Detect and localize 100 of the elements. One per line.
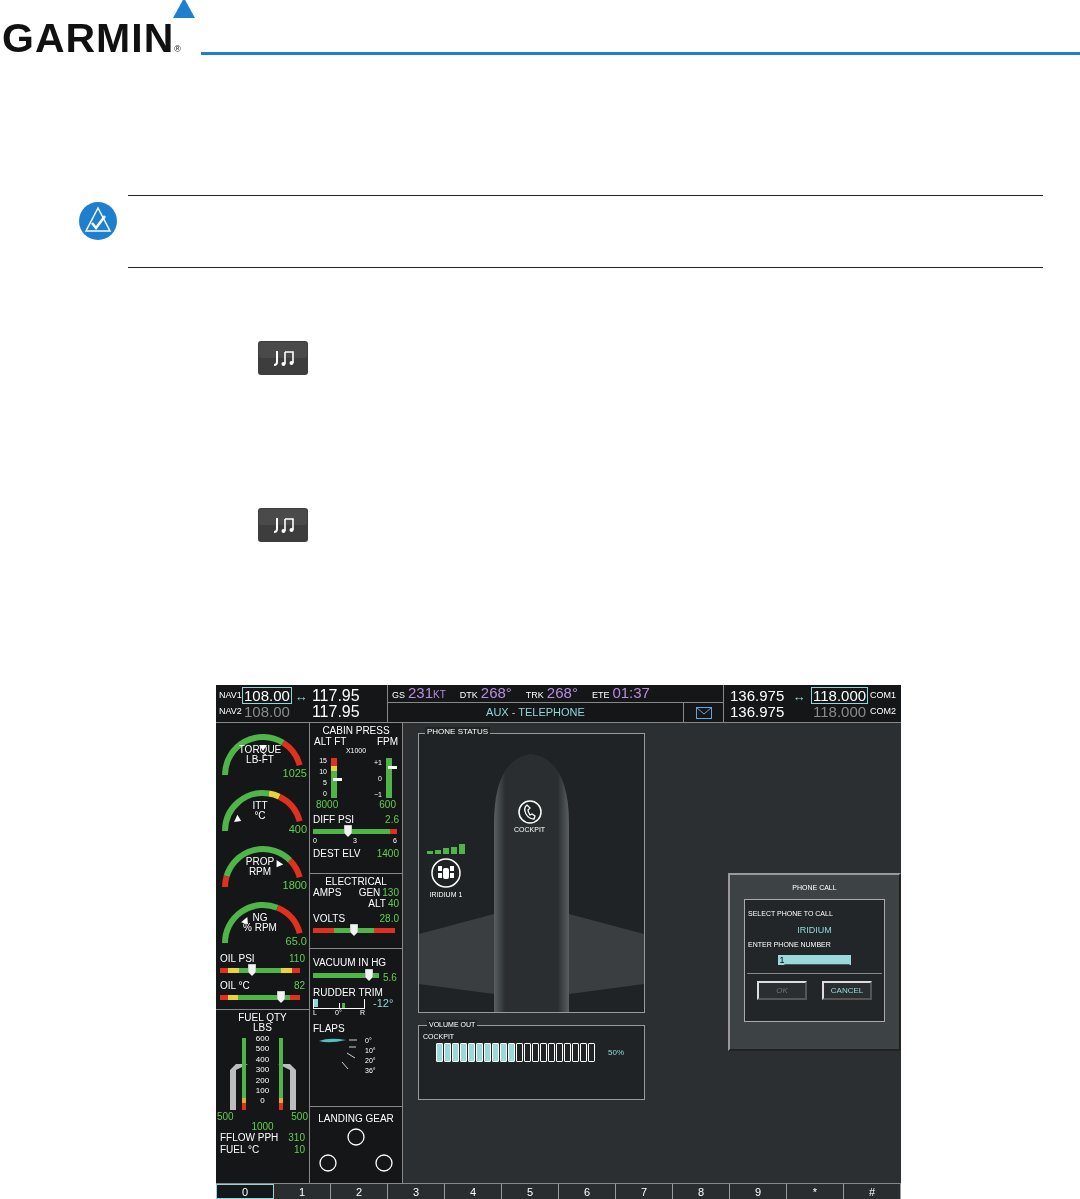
dialog-button[interactable]: CANCEL (822, 981, 872, 1000)
softkey[interactable]: 9 (730, 1184, 787, 1199)
scale-label: 300 (255, 1065, 270, 1076)
gauge-label: ALT FT (314, 736, 347, 747)
fuel-total: 1000 (251, 1121, 274, 1132)
phone-icon (517, 800, 542, 824)
gauge-value: 10 (293, 1144, 305, 1156)
softkey[interactable]: 6 (559, 1184, 616, 1199)
scale-label: 200 (255, 1075, 270, 1087)
nav-frequency[interactable]: 108.00 (242, 687, 292, 704)
gauge-label: GEN (358, 887, 381, 898)
signal-bars-icon (427, 844, 465, 854)
nav-frequency[interactable]: 108.00 (242, 703, 292, 720)
gauge-label: OIL PSI (220, 953, 255, 964)
page-title: AUX - TELEPHONE (486, 705, 585, 721)
logo-triangle-icon (173, 0, 195, 18)
satellite-phone-icon (431, 858, 461, 888)
gauge-label: OIL °C (220, 980, 250, 991)
logo: GARMIN (2, 18, 175, 58)
softkey[interactable]: # (844, 1184, 901, 1199)
gauge-value: 310 (288, 1132, 305, 1144)
softkey[interactable]: 2 (331, 1184, 388, 1199)
gauge-unit: RPM (248, 867, 272, 877)
gauge-value: 600 (379, 799, 396, 810)
gauge-value: 1800 (282, 879, 307, 891)
gauge-value: 1400 (376, 848, 399, 859)
data-field-label: GS (392, 688, 405, 702)
gauge-label: DEST ELV (313, 848, 361, 859)
nav-label: NAV2 (219, 704, 241, 718)
section-title: ELECTRICAL (325, 876, 387, 887)
audio-key-icon (258, 341, 308, 375)
data-field-label: TRK (525, 688, 544, 702)
audio-key-icon (258, 508, 308, 542)
softkey[interactable]: * (787, 1184, 844, 1199)
gauge-unit: % RPM (243, 923, 277, 933)
gauge-value: 28.0 (379, 913, 399, 924)
com-frequency: 136.975 (730, 704, 786, 719)
gauge-label: FFLOW PPH (220, 1132, 279, 1144)
data-field-label: ETE (591, 688, 610, 702)
scale-label: 0 (260, 1096, 265, 1107)
nav-standby-frequency: 117.95 (311, 704, 360, 719)
registered-mark: ® (174, 43, 181, 56)
com-standby-frequency[interactable]: 118.000 (811, 687, 869, 704)
envelope-icon[interactable] (695, 706, 712, 719)
scale-label: 400 (255, 1054, 270, 1066)
gauge-value: 40 (387, 898, 399, 909)
scale-label: 500 (255, 1044, 270, 1055)
gauge-value: 82 (293, 980, 305, 991)
volume-meter[interactable] (436, 1043, 595, 1062)
softkey[interactable]: 8 (673, 1184, 730, 1199)
gauge-unit: LBS (253, 1023, 272, 1033)
gauge-label: TORQUE (238, 745, 282, 755)
com-standby-frequency[interactable]: 118.000 (811, 703, 869, 720)
scale-label: 100 (255, 1086, 270, 1097)
gauge-value: 110 (289, 953, 305, 964)
swap-arrows: ↔ (792, 688, 806, 704)
data-field-value: 268° (546, 685, 578, 700)
gauge-label: VOLTS (313, 913, 346, 924)
gauge-label: PROP (245, 857, 275, 867)
gauge-value: 400 (288, 823, 307, 835)
gauge-label: DIFF PSI (313, 814, 355, 825)
gauge-unit: LB-FT (246, 755, 274, 765)
com-label: COM1 (870, 688, 897, 702)
softkey[interactable]: 4 (445, 1184, 502, 1199)
section-title: PHONE STATUS (427, 727, 489, 736)
phone-selection: IRIDIUM (797, 925, 832, 935)
gauge-value: 8000 (316, 799, 339, 810)
vertical-speed-gauge (385, 758, 397, 798)
note-icon (79, 202, 117, 240)
volume-reading: 50% (608, 1046, 624, 1059)
softkey[interactable]: 3 (388, 1184, 445, 1199)
softkey[interactable]: 7 (616, 1184, 673, 1199)
data-field-value: 268° (480, 685, 512, 700)
softkey[interactable]: 1 (274, 1184, 331, 1199)
data-field-value: 231KT (408, 685, 446, 702)
gauge-label: NG (252, 913, 268, 923)
gauge-label: FLAPS (313, 1023, 345, 1034)
gauge-label: AMPS (313, 887, 342, 898)
gauge-value: 2.6 (385, 814, 399, 825)
section-title: LANDING GEAR (318, 1113, 394, 1124)
fuel-value: 500 (291, 1112, 308, 1122)
scale-label: 600 (255, 1034, 270, 1045)
gauge-label: FPM (376, 736, 398, 747)
fuel-value: 500 (217, 1112, 234, 1122)
gauge-unit: °C (254, 811, 266, 821)
data-field-value: 01:37 (612, 685, 650, 700)
softkey[interactable]: 0 (216, 1184, 274, 1199)
nav-standby-frequency: 117.95 (311, 688, 360, 703)
gauge-label: ALT (368, 898, 386, 909)
com-label: COM2 (870, 704, 897, 718)
swap-arrows: ↔ (294, 688, 308, 704)
gauge-value: 130 (382, 887, 399, 898)
gauge-value: 1025 (282, 767, 307, 779)
gauge-label: VACUUM IN HG (313, 957, 388, 968)
phone-number-field[interactable]: 1_____________ (778, 955, 851, 965)
gauge-value: 5.6 (383, 972, 397, 983)
softkey[interactable]: 5 (502, 1184, 559, 1199)
section-title: CABIN PRESS (322, 725, 390, 736)
com-frequency: 136.975 (730, 688, 786, 703)
gauge-value: 65.0 (285, 935, 307, 947)
